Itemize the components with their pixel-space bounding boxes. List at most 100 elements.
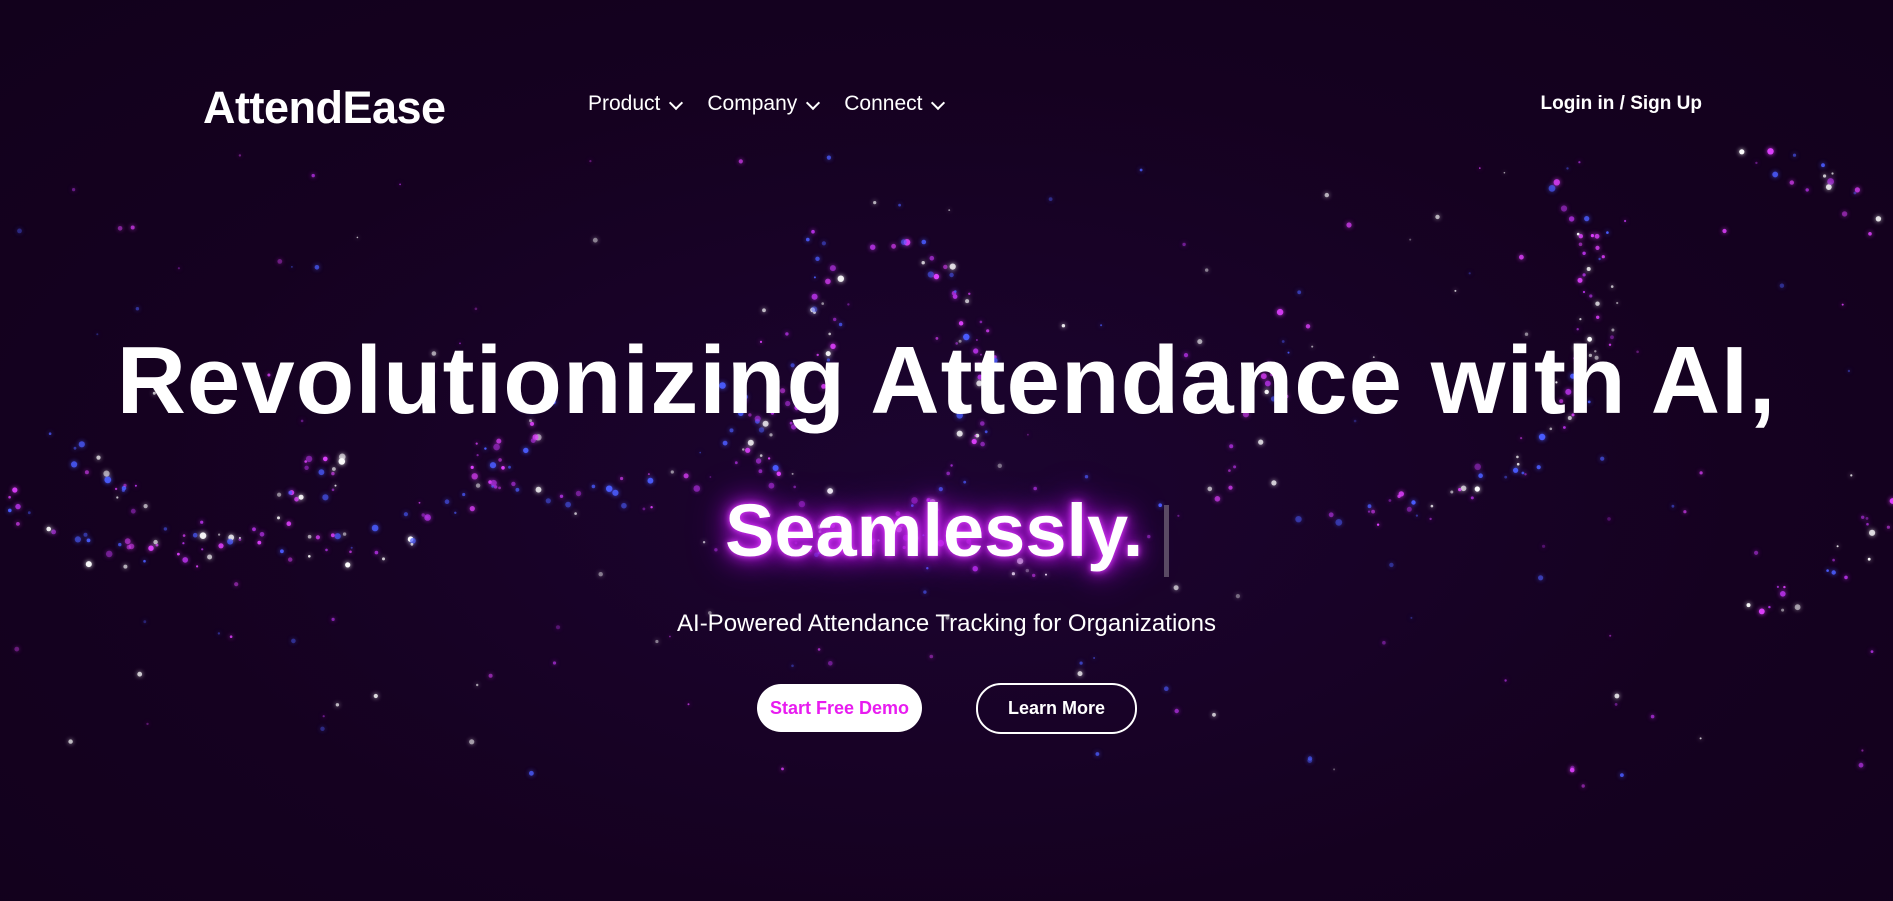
particle-dot [1722,228,1727,234]
particle-dot [1886,525,1890,529]
particle-dot [177,552,180,556]
particle-dot [288,557,293,562]
particle-dot [78,441,85,448]
particle-dot [929,255,935,261]
particle-dot [17,228,22,234]
particle-dot [837,275,844,282]
particle-dot [734,461,738,465]
particle-dot [559,494,564,498]
particle-dot [143,504,148,509]
particle-dot [811,293,818,300]
particle-dot [1371,509,1375,514]
particle-dot [280,549,284,554]
particle-dot [979,320,983,324]
nav-item-label: Company [707,92,798,115]
particle-dot [1598,257,1601,261]
particle-dot [647,473,650,476]
particle-dot [298,494,304,500]
particle-dot [201,548,204,551]
particle-dot [1271,480,1277,486]
particle-dot [1504,475,1508,479]
particle-dot [1214,496,1221,502]
particle-dot [1671,504,1675,508]
landing-page: AttendEase Product Company Connect Login… [0,0,1893,901]
particle-dot [1584,216,1590,222]
particle-dot [1861,515,1865,519]
particle-dot [371,524,379,532]
particle-dot [811,306,818,313]
particle-dot [277,259,283,264]
particle-dot [829,265,836,272]
particle-dot [1568,216,1575,222]
brand-logo[interactable]: AttendEase [203,82,446,134]
particle-dot [421,513,425,517]
particle-dot [469,739,475,745]
particle-dot [1699,471,1703,475]
particle-dot [1620,773,1624,777]
particle-dot [1831,570,1836,575]
hero-subtitle: AI-Powered Attendance Tracking for Organ… [677,610,1216,637]
particle-dot [177,267,180,270]
particle-dot [793,485,796,489]
particle-dot [817,648,821,651]
particle-dot [1582,273,1586,277]
particle-dot [1376,523,1380,526]
particle-dot [1458,488,1462,492]
particle-dot [1093,657,1095,659]
particle-dot [318,469,325,476]
particle-dot [83,532,88,537]
particle-dot [900,239,907,246]
particle-dot [974,434,977,437]
particle-dot [227,538,234,545]
particle-dot [598,572,603,577]
particle-dot [592,237,598,243]
particle-dot [1470,496,1474,500]
particle-dot [1411,500,1416,505]
particle-dot [1406,506,1412,512]
particle-dot [647,477,654,484]
particle-dot [821,302,824,305]
nav-item-connect[interactable]: Connect [844,92,946,116]
particle-dot [200,520,204,524]
particle-dot [1783,585,1786,589]
particle-dot [1504,679,1507,682]
particle-dot [980,441,985,447]
particle-dot [958,321,964,326]
particle-dot [116,496,119,499]
particle-dot [334,484,337,487]
particle-dot [1388,499,1392,502]
login-signup-link[interactable]: Login in / Sign Up [1541,93,1702,115]
particle-dot [1746,603,1751,608]
particle-dot [148,545,154,551]
particle-dot [123,564,128,569]
particle-dot [952,294,958,299]
nav-item-company[interactable]: Company [707,92,821,116]
particle-dot [498,458,502,462]
particle-dot [320,726,325,731]
particle-dot [949,272,954,278]
particle-dot [1212,712,1216,717]
nav-item-product[interactable]: Product [588,92,684,116]
particle-dot [683,473,689,479]
particle-dot [1624,219,1627,223]
particle-dot [523,447,529,454]
hero-title: Revolutionizing Attendance with AI, [116,327,1777,434]
particle-dot [1582,290,1586,294]
particle-dot [118,542,122,547]
particle-dot [444,499,450,505]
particle-dot [501,466,505,470]
particle-dot [1538,433,1546,441]
particle-dot [921,261,925,265]
particle-dot [1779,283,1785,288]
particle-dot [535,486,542,493]
particle-dot [16,522,20,526]
particle-dot [1295,516,1302,523]
particle-dot [758,469,763,474]
learn-more-button[interactable]: Learn More [976,683,1137,734]
start-free-demo-button[interactable]: Start Free Demo [757,684,922,732]
particle-dot [1683,510,1687,514]
particle-dot [238,536,241,539]
particle-dot [1870,650,1874,653]
particle-dot [342,532,347,536]
particle-dot [338,458,346,465]
